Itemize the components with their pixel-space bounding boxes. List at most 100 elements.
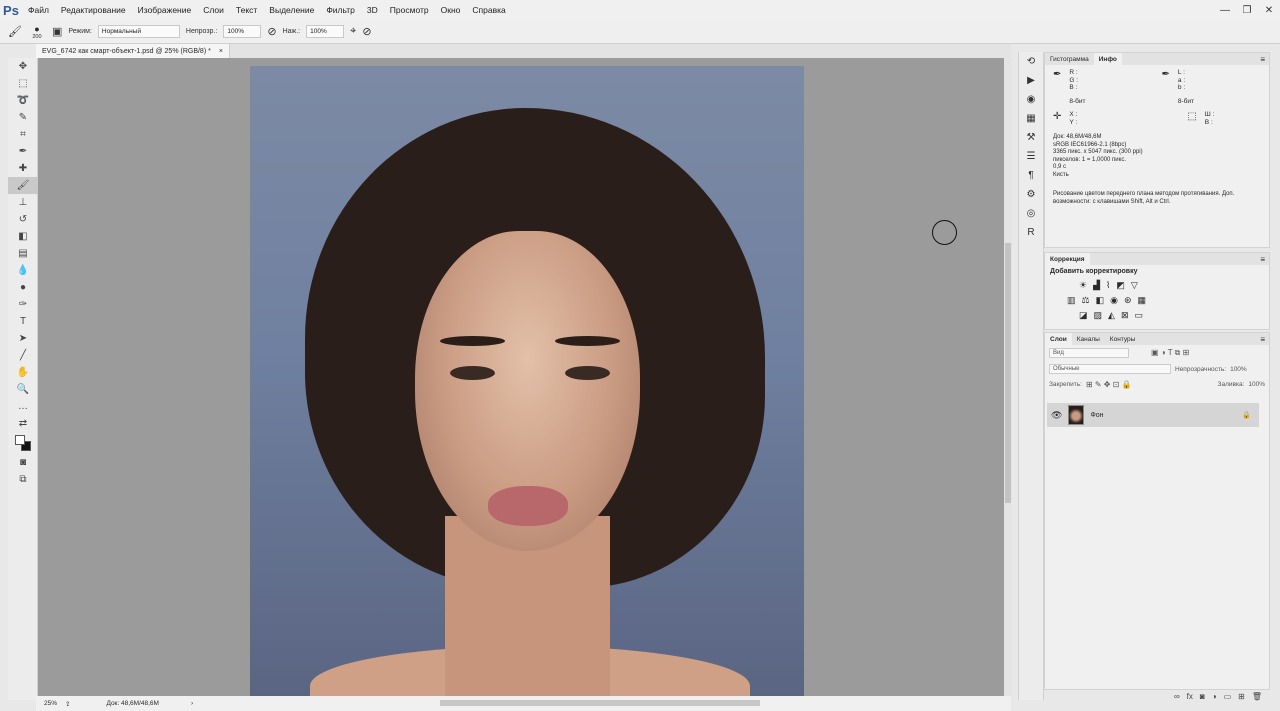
quick-mask-icon[interactable]: ◙ — [8, 454, 38, 471]
menu-view[interactable]: Просмотр — [384, 0, 435, 20]
panel-menu-icon[interactable]: ≡ — [1260, 335, 1269, 344]
glyphs-panel-icon[interactable]: R — [1019, 223, 1043, 242]
hand-tool-icon[interactable]: ✋ — [8, 364, 38, 381]
menu-file[interactable]: Файл — [22, 0, 55, 20]
blur-tool-icon[interactable]: 💧 — [8, 262, 38, 279]
flow-field[interactable]: 100% — [306, 25, 345, 38]
properties-panel-icon[interactable]: ☰ — [1019, 147, 1043, 166]
invert-icon[interactable]: ◪ — [1079, 310, 1088, 321]
new-group-icon[interactable]: ▭ — [1224, 692, 1232, 706]
menu-window[interactable]: Окно — [435, 0, 467, 20]
pressure-opacity-icon[interactable]: ⊘ — [267, 25, 276, 38]
tab-layers[interactable]: Слои — [1045, 333, 1072, 345]
libraries-panel-icon[interactable]: ◎ — [1019, 204, 1043, 223]
exposure-icon[interactable]: ◩ — [1116, 280, 1125, 291]
status-arrow-icon[interactable]: › — [191, 700, 193, 707]
curves-icon[interactable]: ⌇ — [1106, 280, 1110, 291]
filter-icons[interactable]: ▣ ◑ T ⧉ ⊞ — [1151, 348, 1189, 358]
brushes-panel-icon[interactable]: ⚒ — [1019, 128, 1043, 147]
brush-tool-icon[interactable]: 🖌 — [8, 25, 22, 38]
crop-tool-icon[interactable]: ⌗ — [8, 126, 38, 143]
character-panel-icon[interactable]: ⚙ — [1019, 185, 1043, 204]
color-balance-icon[interactable]: ⚖ — [1082, 295, 1090, 306]
layer-filter-select[interactable]: Вид — [1049, 348, 1129, 358]
menu-filter[interactable]: Фильтр — [320, 0, 361, 20]
panel-menu-icon[interactable]: ≡ — [1260, 55, 1269, 64]
more-tools-icon[interactable]: … — [8, 398, 38, 415]
healing-tool-icon[interactable]: ✚ — [8, 160, 38, 177]
canvas-area[interactable] — [38, 58, 1004, 696]
tab-histogram[interactable]: Гистограмма — [1045, 53, 1094, 65]
channel-mixer-icon[interactable]: ⊛ — [1124, 295, 1132, 306]
menu-select[interactable]: Выделение — [263, 0, 320, 20]
export-icon[interactable]: ⇪ — [65, 700, 70, 708]
layer-opacity-value[interactable]: 100% — [1230, 366, 1247, 373]
photo-filter-icon[interactable]: ◉ — [1110, 295, 1118, 306]
brush-preset-picker[interactable]: ● 200 — [28, 24, 46, 40]
clone-stamp-tool-icon[interactable]: ⊥ — [8, 194, 38, 211]
brightness-icon[interactable]: ☀ — [1079, 280, 1087, 291]
color-panel-icon[interactable]: ◉ — [1019, 90, 1043, 109]
screen-mode-icon[interactable]: ⧉ — [8, 471, 38, 488]
pen-tool-icon[interactable]: ✑ — [8, 296, 38, 313]
opacity-field[interactable]: 100% — [223, 25, 262, 38]
link-layers-icon[interactable]: ∞ — [1174, 692, 1180, 706]
black-white-icon[interactable]: ◧ — [1096, 295, 1105, 306]
foreground-color-swatch[interactable] — [15, 435, 25, 445]
zoom-tool-icon[interactable]: 🔍 — [8, 381, 38, 398]
tab-info[interactable]: Инфо — [1093, 53, 1122, 65]
menu-3d[interactable]: 3D — [361, 0, 384, 20]
menu-edit[interactable]: Редактирование — [55, 0, 132, 20]
layer-row[interactable]: 👁 Фон 🔒 — [1047, 403, 1259, 427]
eyedropper-tool-icon[interactable]: ✒ — [8, 143, 38, 160]
minimize-button[interactable]: — — [1214, 0, 1236, 20]
close-tab-icon[interactable]: × — [219, 48, 223, 55]
posterize-icon[interactable]: ▨ — [1094, 310, 1103, 321]
restore-button[interactable]: ❐ — [1236, 0, 1258, 20]
mode-select[interactable]: Нормальный — [97, 25, 180, 38]
pressure-size-icon[interactable]: ⊘ — [362, 25, 371, 38]
adjustment-layer-icon[interactable]: ◑ — [1212, 692, 1217, 706]
delete-layer-icon[interactable]: 🗑 — [1252, 692, 1262, 706]
document-tab[interactable]: EVG_6742 как смарт-объект-1.psd @ 25% (R… — [36, 44, 230, 58]
swap-colors-icon[interactable]: ⇄ — [8, 415, 38, 432]
menu-help[interactable]: Справка — [466, 0, 511, 20]
layer-name[interactable]: Фон — [1090, 412, 1103, 419]
tab-channels[interactable]: Каналы — [1072, 333, 1105, 345]
horizontal-scroll-thumb[interactable] — [440, 700, 760, 706]
brush-tool-icon[interactable]: 🖌 — [8, 177, 38, 194]
quick-select-tool-icon[interactable]: ✎ — [8, 109, 38, 126]
selective-color-icon[interactable]: ⊠ — [1121, 310, 1129, 321]
hue-saturation-icon[interactable]: ▥ — [1067, 295, 1076, 306]
dodge-tool-icon[interactable]: ● — [8, 279, 38, 296]
tab-adjustments[interactable]: Коррекция — [1045, 253, 1090, 265]
brush-panel-icon[interactable]: ▣ — [52, 25, 62, 38]
new-layer-icon[interactable]: ⊞ — [1238, 692, 1245, 706]
type-tool-icon[interactable]: T — [8, 313, 38, 330]
swatches-panel-icon[interactable]: ▦ — [1019, 109, 1043, 128]
blend-mode-select[interactable]: Обычные — [1049, 364, 1171, 374]
airbrush-icon[interactable]: ⌖ — [350, 25, 356, 38]
color-lookup-icon[interactable]: ▦ — [1138, 295, 1147, 306]
eraser-tool-icon[interactable]: ◧ — [8, 228, 38, 245]
gradient-map-icon[interactable]: ▭ — [1135, 310, 1144, 321]
visibility-eye-icon[interactable]: 👁 — [1051, 410, 1062, 421]
path-select-tool-icon[interactable]: ➤ — [8, 330, 38, 347]
vibrance-icon[interactable]: ▽ — [1131, 280, 1138, 291]
close-button[interactable]: ✕ — [1258, 0, 1280, 20]
history-brush-tool-icon[interactable]: ↺ — [8, 211, 38, 228]
add-mask-icon[interactable]: ◙ — [1200, 692, 1205, 706]
paragraph-panel-icon[interactable]: ¶ — [1019, 166, 1043, 185]
menu-type[interactable]: Текст — [230, 0, 263, 20]
tab-paths[interactable]: Контуры — [1105, 333, 1141, 345]
lock-icons[interactable]: ⊞ ✎ ✥ ⊡ 🔒 — [1086, 380, 1132, 389]
menu-layers[interactable]: Слои — [197, 0, 230, 20]
lasso-tool-icon[interactable]: ➰ — [8, 92, 38, 109]
actions-panel-icon[interactable]: ▶ — [1019, 71, 1043, 90]
history-panel-icon[interactable]: ⟲ — [1019, 52, 1043, 71]
line-tool-icon[interactable]: ╱ — [8, 347, 38, 364]
vertical-scrollbar[interactable] — [1004, 58, 1012, 696]
panel-menu-icon[interactable]: ≡ — [1260, 255, 1269, 264]
move-tool-icon[interactable]: ✥ — [8, 58, 38, 75]
menu-image[interactable]: Изображение — [132, 0, 198, 20]
